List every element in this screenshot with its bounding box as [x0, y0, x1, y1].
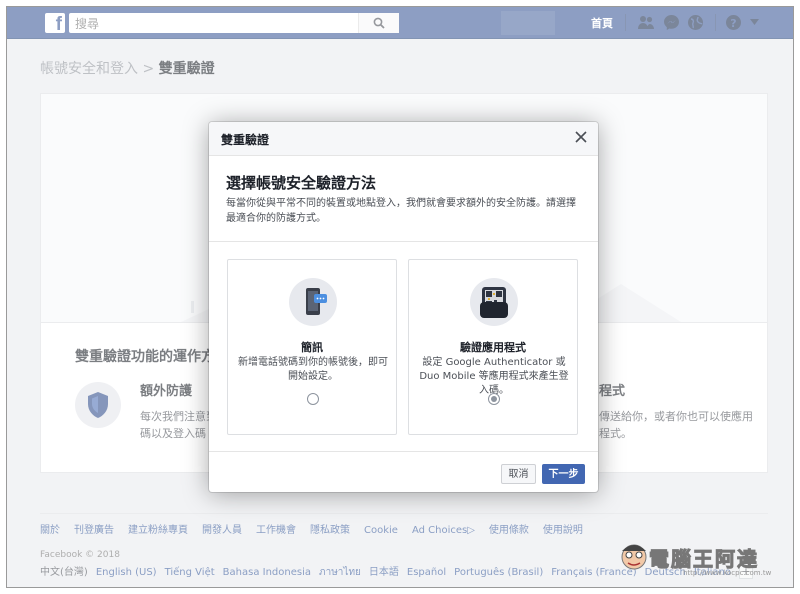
option-sms-radio[interactable] — [307, 393, 319, 405]
two-factor-dialog: 雙重驗證 選擇帳號安全驗證方法 每當你從與平常不同的裝置或地點登入，我們就會要求… — [209, 122, 598, 492]
option-app-text: 設定 Google Authenticator 或 Duo Mobile 等應用… — [419, 357, 569, 396]
close-icon[interactable] — [573, 129, 589, 145]
watermark-text: 電腦王阿達 — [649, 547, 759, 572]
option-sms[interactable]: 簡訊 新增電話號碼到你的帳號後，即可開始設定。 — [227, 259, 397, 435]
dialog-divider — [209, 241, 598, 242]
option-sms-title: 簡訊 — [301, 341, 323, 354]
dialog-header: 雙重驗證 — [209, 122, 598, 156]
option-app-radio[interactable] — [488, 393, 500, 405]
dialog-heading: 選擇帳號安全驗證方法 — [226, 174, 377, 192]
dialog-title: 雙重驗證 — [221, 133, 270, 147]
cancel-button[interactable]: 取消 — [501, 464, 536, 484]
authenticator-qr-icon — [470, 278, 518, 326]
watermark: 電腦王阿達 http://www.kocpc.com.tw — [619, 539, 793, 579]
option-app-title: 驗證應用程式 — [460, 341, 526, 354]
phone-sms-icon — [289, 278, 337, 326]
option-authenticator-app[interactable]: 驗證應用程式 設定 Google Authenticator 或 Duo Mob… — [408, 259, 578, 435]
option-sms-text: 新增電話號碼到你的帳號後，即可開始設定。 — [238, 357, 388, 382]
next-button[interactable]: 下一步 — [542, 464, 585, 484]
dialog-footer: 取消 下一步 — [209, 451, 598, 493]
watermark-url: http://www.kocpc.com.tw — [683, 569, 772, 577]
dialog-description: 每當你從與平常不同的裝置或地點登入，我們就會要求額外的安全防護。請選擇最適合你的… — [226, 198, 576, 224]
mascot-logo-icon — [621, 544, 647, 570]
